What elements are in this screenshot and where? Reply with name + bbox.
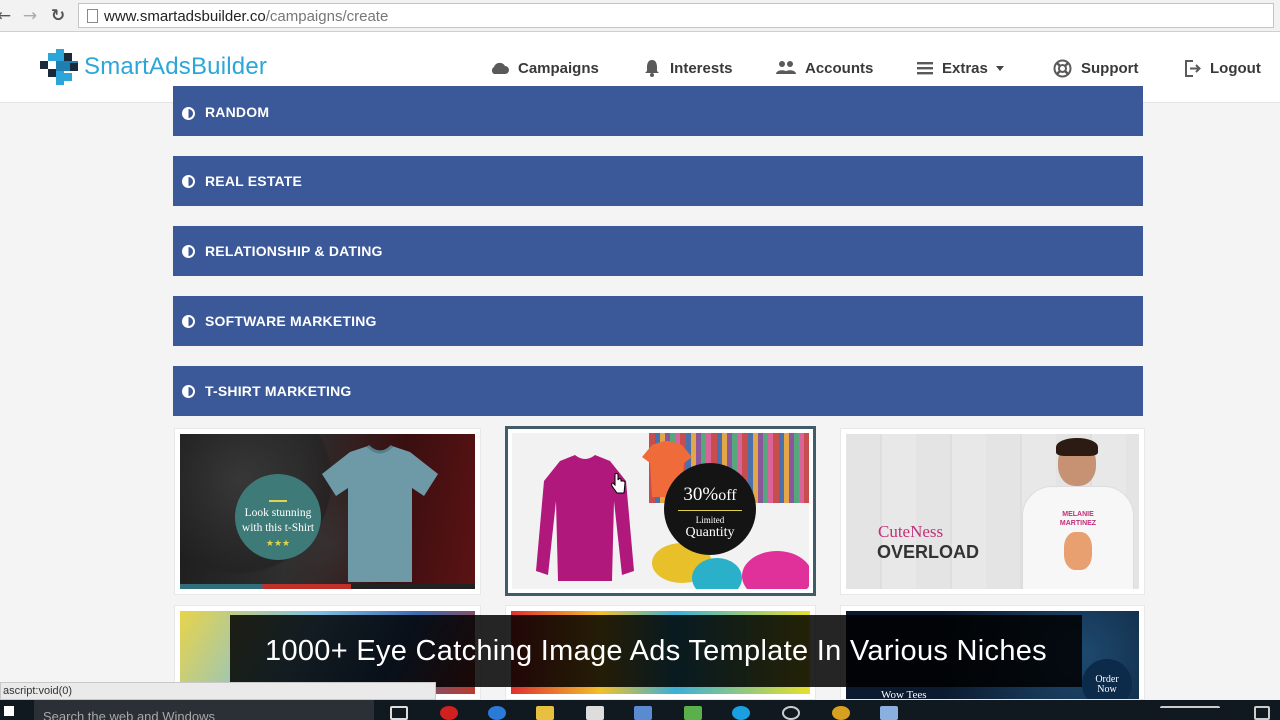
photos-icon[interactable] [684,706,702,720]
half-circle-icon [182,107,195,120]
nav-accounts-label: Accounts [805,59,874,77]
sweater-image [536,455,634,581]
color-blob [742,551,809,589]
discount-sub: Quantity [685,525,735,540]
order-now-badge: Order Now [1082,659,1132,699]
browser-toolbar: ← → ↻ www.smartadsbuilder.co/campaigns/c… [0,0,1280,32]
category-label: RELATIONSHIP & DATING [205,243,383,259]
promo-line1: Look stunning [244,507,312,519]
promo-badge: Look stunning with this t-Shirt ★★★ [235,474,321,560]
template-thumbnail[interactable]: Look stunning with this t-Shirt ★★★ [174,428,481,595]
reload-icon[interactable]: ↻ [48,6,68,26]
url-text: www.smartadsbuilder.co/campaigns/create [104,8,389,25]
category-random[interactable]: RANDOM [173,86,1143,136]
store-icon[interactable] [586,706,604,720]
half-circle-icon [182,174,195,188]
folder-icon[interactable] [536,706,554,720]
back-icon[interactable]: ← [0,6,14,26]
hand-cursor-icon [611,473,626,494]
nav-accounts[interactable]: Accounts [776,56,873,80]
notifications-icon[interactable] [1254,706,1270,720]
nav-interests-label: Interests [670,59,733,77]
forward-icon[interactable]: → [20,6,40,26]
lifebuoy-icon [1053,59,1072,77]
nav-logout-label: Logout [1210,59,1261,77]
app-icon[interactable] [634,706,652,720]
snowflake-icon[interactable] [880,706,898,720]
discount-badge: 30%off Limited Quantity [664,463,756,555]
nav-campaigns[interactable]: Campaigns [489,56,599,80]
half-circle-icon [182,384,195,398]
logo-mark-icon [40,49,78,85]
brand-text: CuteNess [878,522,944,541]
template-image: CuteNess OVERLOAD MELANIE MARTINEZ [846,434,1139,589]
category-relationship-dating[interactable]: RELATIONSHIP & DATING [173,226,1143,276]
chevron-down-icon [995,65,1004,71]
logo[interactable]: SmartAdsBuilder [40,49,267,85]
model-image: MELANIE MARTINEZ [1018,438,1138,589]
bell-icon [645,60,659,77]
page-icon [87,9,98,23]
app-circle-icon[interactable] [782,706,800,720]
nav-campaigns-label: Campaigns [518,59,599,77]
template-thumbnail[interactable]: CuteNess OVERLOAD MELANIE MARTINEZ [840,428,1145,595]
windows-start-icon[interactable] [4,706,14,716]
promo-line2: with this t-Shirt [241,522,315,534]
wow-tees-text: Wow Tees [881,689,927,699]
taskbar-search[interactable]: Search the web and Windows [34,700,374,720]
logout-icon [1185,59,1201,77]
edge-icon[interactable] [488,706,506,720]
skype-icon[interactable] [732,706,750,720]
nav-support-label: Support [1081,59,1139,77]
nav-support[interactable]: Support [1053,56,1139,80]
category-label: RANDOM [205,104,270,120]
overload-text: OVERLOAD [877,542,980,562]
cloud-icon [491,62,509,74]
taskbar: Search the web and Windows [0,700,1280,720]
template-image: 30%off Limited Quantity [512,433,809,589]
category-software-marketing[interactable]: SOFTWARE MARKETING [173,296,1143,346]
category-real-estate[interactable]: REAL ESTATE [173,156,1143,206]
task-view-icon[interactable] [390,706,408,720]
category-tshirt-marketing[interactable]: T-SHIRT MARKETING [173,366,1143,416]
template-thumbnail-selected[interactable]: 30%off Limited Quantity [505,426,816,596]
nav-extras[interactable]: Extras [917,56,1004,80]
nav-logout[interactable]: Logout [1184,56,1261,80]
now-text: Now [1097,684,1117,695]
category-label: REAL ESTATE [205,173,303,189]
half-circle-icon [182,314,195,328]
discount-small: Limited [695,515,725,525]
nav-interests[interactable]: Interests [643,56,733,80]
chrome-icon[interactable] [832,706,850,720]
video-caption: 1000+ Eye Catching Image Ads Template In… [230,615,1082,687]
shirt-print-line1: MELANIE [1062,511,1094,518]
discount-percent: 30% [683,484,719,505]
category-label: SOFTWARE MARKETING [205,313,377,329]
template-image: Look stunning with this t-Shirt ★★★ [180,434,475,589]
address-bar[interactable]: www.smartadsbuilder.co/campaigns/create [78,3,1274,28]
users-icon [776,61,796,74]
half-circle-icon [182,244,195,258]
menu-icon [917,62,933,75]
shirt-print-line2: MARTINEZ [1059,520,1097,527]
tshirt-image [320,444,440,584]
opera-icon[interactable] [440,706,458,720]
discount-off: off [718,487,737,504]
category-label: T-SHIRT MARKETING [205,383,352,399]
color-blob [692,558,742,589]
stars-icon: ★★★ [265,538,291,548]
system-tray-icons[interactable] [1160,706,1220,720]
logo-text: SmartAdsBuilder [84,53,268,80]
nav-extras-label: Extras [942,59,988,77]
status-bar: ascript:void(0) [0,682,436,700]
